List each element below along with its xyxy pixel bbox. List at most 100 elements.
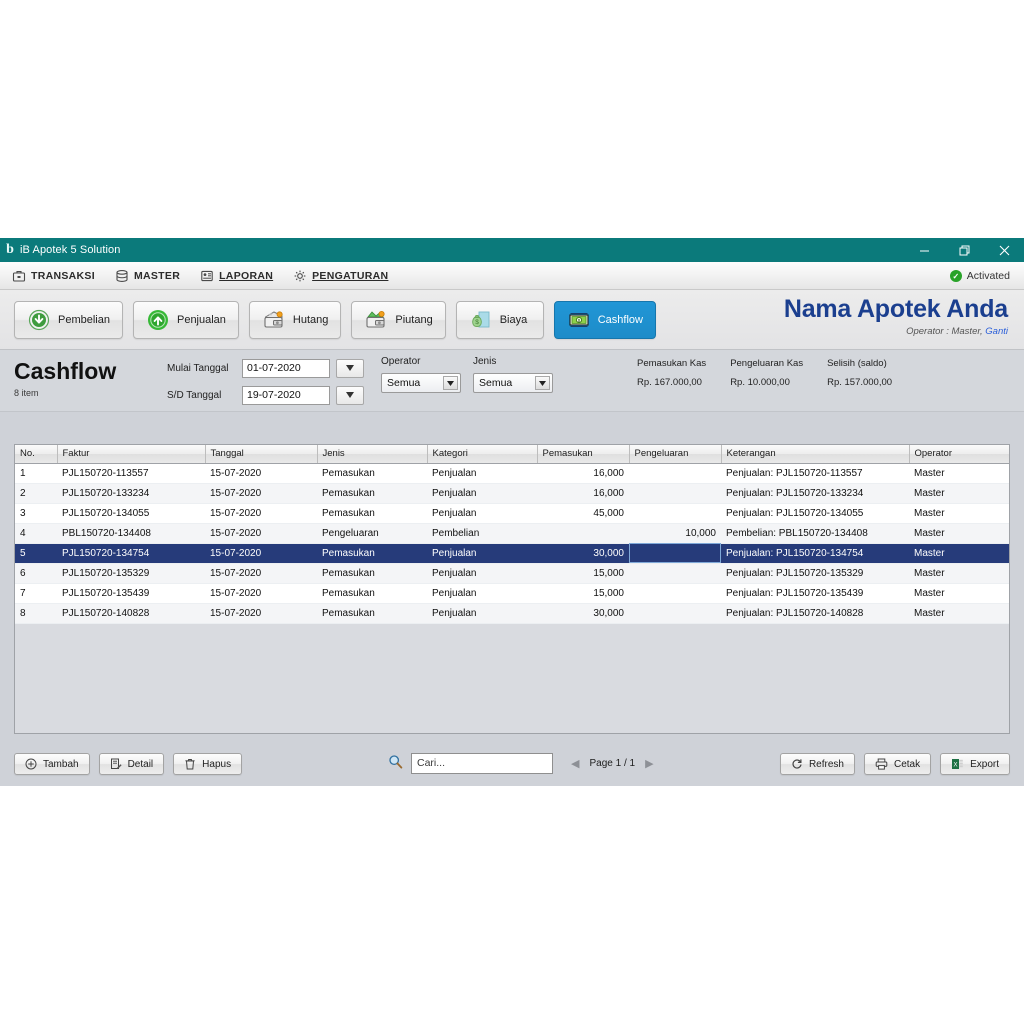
refresh-button-label: Refresh	[808, 758, 844, 770]
module-button-biaya[interactable]: $ Biaya	[455, 300, 544, 339]
search-and-pager: Cari... ◀ Page 1 / 1 ▶	[388, 753, 654, 774]
refresh-button[interactable]: Refresh	[779, 753, 855, 775]
plus-circle-icon	[25, 758, 37, 770]
column-header-tanggal[interactable]: Tanggal	[205, 445, 318, 464]
wallet-out-icon	[262, 308, 286, 332]
detail-button[interactable]: Detail	[98, 753, 165, 775]
cell-kategori: Pembelian	[427, 523, 537, 544]
column-header-kategori[interactable]: Kategori	[427, 445, 538, 464]
summary-label: Selisih (saldo)	[827, 358, 887, 369]
module-label: Pembelian	[58, 313, 110, 326]
menu-item-laporan[interactable]: LAPORAN	[200, 269, 273, 283]
table-row[interactable]: 6 PJL150720-135329 15-07-2020 Pemasukan Penj…	[15, 563, 1009, 584]
export-button[interactable]: X Export	[940, 753, 1010, 775]
operator-text: Operator : Master,	[906, 326, 983, 338]
date-filter-group: Mulai Tanggal 01-07-2020 S/D Tanggal 19-…	[167, 356, 364, 410]
menu-label: TRANSAKSI	[31, 269, 95, 282]
table-row[interactable]: 1 PJL150720-113557 15-07-2020 Pemasukan Penj…	[15, 463, 1009, 484]
cell-jenis: Pemasukan	[317, 563, 427, 584]
add-button[interactable]: Tambah	[14, 753, 90, 775]
cell-pemasukan: 16,000	[537, 463, 629, 484]
cell-pengeluaran	[629, 483, 721, 504]
chevron-down-icon[interactable]	[443, 376, 458, 390]
end-date-input[interactable]: 19-07-2020	[242, 385, 330, 405]
money-bag-icon: $	[469, 308, 493, 332]
activation-status: ✓ Activated	[949, 262, 1010, 290]
maximize-button[interactable]	[944, 238, 984, 262]
module-button-piutang[interactable]: Piutang	[351, 300, 446, 339]
end-date-label: S/D Tanggal	[167, 389, 222, 401]
chevron-down-icon[interactable]	[535, 376, 550, 390]
module-button-cashflow[interactable]: $ Cashflow	[553, 300, 656, 339]
delete-button[interactable]: Hapus	[173, 753, 243, 775]
module-button-pembelian[interactable]: Pembelian	[14, 300, 123, 339]
column-header-pengeluaran[interactable]: Pengeluaran	[629, 445, 722, 464]
module-button-penjualan[interactable]: Penjualan	[132, 300, 239, 339]
module-label: Biaya	[499, 313, 528, 326]
column-header-pemasukan[interactable]: Pemasukan	[537, 445, 630, 464]
pager: ◀ Page 1 / 1 ▶	[571, 757, 654, 770]
module-button-hutang[interactable]: Hutang	[248, 300, 342, 339]
menu-item-transaksi[interactable]: TRANSAKSI	[12, 269, 95, 283]
cell-no: 8	[15, 603, 57, 624]
start-date-picker-button[interactable]	[336, 358, 364, 378]
cell-tanggal: 15-07-2020	[205, 603, 317, 624]
cell-jenis: Pemasukan	[317, 603, 427, 624]
table-row[interactable]: 3 PJL150720-134055 15-07-2020 Pemasukan Penj…	[15, 503, 1009, 524]
column-header-operator[interactable]: Operator	[909, 445, 1009, 464]
table-row[interactable]: 7 PJL150720-135439 15-07-2020 Pemasukan Penj…	[15, 583, 1009, 604]
column-header-faktur[interactable]: Faktur	[57, 445, 206, 464]
next-page-button[interactable]: ▶	[645, 757, 653, 770]
database-icon	[115, 269, 129, 283]
table-row[interactable]: 4 PBL150720-134408 15-07-2020 Pengeluaran Pe…	[15, 523, 1009, 544]
cell-faktur: PJL150720-133234	[57, 483, 205, 504]
summary-label: Pemasukan Kas	[637, 358, 707, 369]
module-label: Piutang	[395, 313, 433, 326]
cell-pengeluaran	[629, 603, 721, 624]
filter-bar: Cashflow 8 item Mulai Tanggal 01-07-2020…	[0, 350, 1024, 412]
summary-pemasukan: Pemasukan Kas Rp. 167.000,00	[637, 358, 706, 388]
column-header-jenis[interactable]: Jenis	[317, 445, 428, 464]
start-date-label: Mulai Tanggal	[167, 362, 229, 374]
menu-bar: TRANSAKSI MASTER LAPORAN PENGATURAN ✓ Ac…	[0, 262, 1024, 290]
application-window: b iB Apotek 5 Solution TRANSAKSI MASTER …	[0, 238, 1024, 786]
cell-faktur: PJL150720-113557	[57, 463, 205, 484]
cell-operator: Master	[909, 483, 1009, 504]
prev-page-button[interactable]: ◀	[571, 757, 579, 770]
start-date-input[interactable]: 01-07-2020	[242, 358, 330, 378]
cell-pengeluaran	[629, 503, 721, 524]
banknote-icon: $	[567, 308, 591, 332]
cell-tanggal: 15-07-2020	[205, 543, 317, 564]
print-button[interactable]: Cetak	[863, 753, 932, 775]
cell-pengeluaran: 10,000	[629, 523, 721, 544]
column-header-keterangan[interactable]: Keterangan	[721, 445, 910, 464]
end-date-picker-button[interactable]	[336, 385, 364, 405]
change-operator-link[interactable]: Ganti	[985, 326, 1008, 337]
close-button[interactable]	[984, 238, 1024, 262]
menu-item-pengaturan[interactable]: PENGATURAN	[293, 269, 388, 283]
detail-button-label: Detail	[127, 758, 154, 770]
cell-tanggal: 15-07-2020	[205, 463, 317, 484]
search-input[interactable]: Cari...	[411, 753, 553, 774]
cell-operator: Master	[909, 463, 1009, 484]
page-indicator: Page 1 / 1	[589, 758, 636, 769]
column-header-no[interactable]: No.	[15, 445, 58, 464]
module-label: Penjualan	[176, 313, 226, 326]
delete-button-label: Hapus	[202, 758, 232, 770]
table-row[interactable]: 2 PJL150720-133234 15-07-2020 Pemasukan Penj…	[15, 483, 1009, 504]
jenis-select[interactable]: Semua	[473, 373, 553, 393]
cell-no: 3	[15, 503, 57, 524]
cell-faktur: PJL150720-140828	[57, 603, 205, 624]
minimize-button[interactable]	[904, 238, 944, 262]
cell-operator: Master	[909, 503, 1009, 524]
summary-pengeluaran: Pengeluaran Kas Rp. 10.000,00	[730, 358, 803, 388]
operator-select[interactable]: Semua	[381, 373, 461, 393]
cell-jenis: Pemasukan	[317, 583, 427, 604]
cashflow-table-container[interactable]: No. Faktur Tanggal Jenis Kategori Pemasukan Pe…	[14, 444, 1010, 734]
menu-item-master[interactable]: MASTER	[115, 269, 180, 283]
table-row[interactable]: 5 PJL150720-134754 15-07-2020 Pemasukan Penj…	[15, 543, 1009, 564]
pharmacy-name: Nama Apotek Anda	[783, 295, 1008, 323]
arrow-up-circle-icon	[146, 308, 170, 332]
table-row[interactable]: 8 PJL150720-140828 15-07-2020 Pemasukan Penj…	[15, 603, 1009, 624]
app-logo-icon: b	[6, 242, 14, 257]
